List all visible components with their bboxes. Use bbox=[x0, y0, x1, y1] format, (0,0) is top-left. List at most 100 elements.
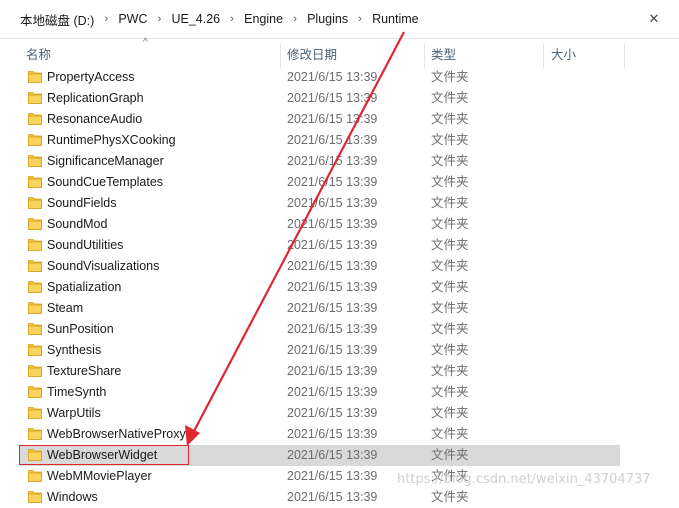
file-type: 文件夹 bbox=[431, 343, 469, 357]
column-divider[interactable] bbox=[280, 44, 281, 68]
file-modified-date: 2021/6/15 13:39 bbox=[287, 91, 378, 105]
column-divider[interactable] bbox=[624, 44, 625, 68]
breadcrumb-item[interactable]: Runtime bbox=[366, 6, 425, 32]
annotation-box bbox=[19, 445, 189, 465]
file-modified-date: 2021/6/15 13:39 bbox=[287, 406, 378, 420]
list-item[interactable]: TextureShare 2021/6/15 13:39 文件夹 bbox=[0, 361, 679, 382]
file-modified-date: 2021/6/15 13:39 bbox=[287, 238, 378, 252]
chevron-right-icon[interactable]: › bbox=[289, 13, 301, 25]
list-item[interactable]: PropertyAccess 2021/6/15 13:39 文件夹 bbox=[0, 67, 679, 88]
folder-icon bbox=[28, 343, 42, 356]
close-icon[interactable]: ✕ bbox=[644, 9, 664, 29]
file-type: 文件夹 bbox=[431, 154, 469, 168]
breadcrumb-item[interactable]: Engine bbox=[238, 6, 289, 32]
folder-icon bbox=[28, 154, 42, 167]
folder-icon bbox=[28, 196, 42, 209]
list-item[interactable]: WarpUtils 2021/6/15 13:39 文件夹 bbox=[0, 403, 679, 424]
file-modified-date: 2021/6/15 13:39 bbox=[287, 448, 378, 462]
column-header-modified[interactable]: 修改日期 bbox=[287, 40, 337, 68]
watermark-text: https://blog.csdn.net/weixin_43704737 bbox=[397, 472, 651, 487]
file-type: 文件夹 bbox=[431, 70, 469, 84]
column-header-name[interactable]: 名称 bbox=[26, 40, 51, 68]
breadcrumb-item[interactable]: UE_4.26 bbox=[165, 6, 226, 32]
file-modified-date: 2021/6/15 13:39 bbox=[287, 280, 378, 294]
file-name: SoundCueTemplates bbox=[47, 175, 164, 189]
file-name: Synthesis bbox=[47, 343, 102, 357]
list-item[interactable]: ResonanceAudio 2021/6/15 13:39 文件夹 bbox=[0, 109, 679, 130]
file-type: 文件夹 bbox=[431, 427, 469, 441]
column-divider[interactable] bbox=[424, 44, 425, 68]
folder-icon bbox=[28, 91, 42, 104]
breadcrumb-label: PWC bbox=[118, 12, 148, 26]
file-type: 文件夹 bbox=[431, 175, 469, 189]
sort-up-icon[interactable]: ^ bbox=[143, 38, 157, 48]
list-item[interactable]: ReplicationGraph 2021/6/15 13:39 文件夹 bbox=[0, 88, 679, 109]
list-item[interactable]: Synthesis 2021/6/15 13:39 文件夹 bbox=[0, 340, 679, 361]
column-header-size[interactable]: 大小 bbox=[551, 40, 576, 68]
breadcrumb-label: Plugins bbox=[307, 12, 349, 26]
file-name: Spatialization bbox=[47, 280, 122, 294]
folder-icon bbox=[28, 175, 42, 188]
file-type: 文件夹 bbox=[431, 112, 469, 126]
file-name: RuntimePhysXCooking bbox=[47, 133, 176, 147]
breadcrumb-label: 本地磁盘 (D:) bbox=[20, 13, 95, 28]
list-item[interactable]: SoundCueTemplates 2021/6/15 13:39 文件夹 bbox=[0, 172, 679, 193]
list-item[interactable]: SoundMod 2021/6/15 13:39 文件夹 bbox=[0, 214, 679, 235]
file-modified-date: 2021/6/15 13:39 bbox=[287, 217, 378, 231]
list-item[interactable]: SignificanceManager 2021/6/15 13:39 文件夹 bbox=[0, 151, 679, 172]
chevron-right-icon[interactable]: › bbox=[226, 13, 238, 25]
file-modified-date: 2021/6/15 13:39 bbox=[287, 112, 378, 126]
breadcrumb-item[interactable]: 本地磁盘 (D:) bbox=[14, 6, 100, 32]
column-header-type[interactable]: 类型 bbox=[431, 40, 456, 68]
address-bar[interactable]: 本地磁盘 (D:) › PWC › UE_4.26 › Engine › Plugins › Run… bbox=[14, 6, 666, 32]
folder-icon bbox=[28, 280, 42, 293]
file-name: SoundVisualizations bbox=[47, 259, 160, 273]
file-name: SoundFields bbox=[47, 196, 117, 210]
file-modified-date: 2021/6/15 13:39 bbox=[287, 175, 378, 189]
list-item[interactable]: SoundUtilities 2021/6/15 13:39 文件夹 bbox=[0, 235, 679, 256]
list-item[interactable]: RuntimePhysXCooking 2021/6/15 13:39 文件夹 bbox=[0, 130, 679, 151]
breadcrumb-item[interactable]: Plugins bbox=[301, 6, 354, 32]
file-type: 文件夹 bbox=[431, 133, 469, 147]
folder-icon bbox=[28, 364, 42, 377]
list-item[interactable]: WebBrowserNativeProxy 2021/6/15 13:39 文件夹 bbox=[0, 424, 679, 445]
chevron-right-icon[interactable]: › bbox=[153, 13, 165, 25]
list-item[interactable]: SoundVisualizations 2021/6/15 13:39 文件夹 bbox=[0, 256, 679, 277]
chevron-right-icon[interactable]: › bbox=[354, 13, 366, 25]
file-name: ResonanceAudio bbox=[47, 112, 143, 126]
list-item[interactable]: Windows 2021/6/15 13:39 文件夹 bbox=[0, 487, 679, 508]
folder-icon bbox=[28, 217, 42, 230]
list-item[interactable]: Spatialization 2021/6/15 13:39 文件夹 bbox=[0, 277, 679, 298]
breadcrumb-label: Runtime bbox=[372, 12, 419, 26]
file-type: 文件夹 bbox=[431, 406, 469, 420]
file-modified-date: 2021/6/15 13:39 bbox=[287, 133, 378, 147]
folder-icon bbox=[28, 70, 42, 83]
file-type: 文件夹 bbox=[431, 238, 469, 252]
breadcrumb-item[interactable]: PWC bbox=[112, 6, 153, 32]
column-divider[interactable] bbox=[543, 44, 544, 68]
file-modified-date: 2021/6/15 13:39 bbox=[287, 154, 378, 168]
file-type: 文件夹 bbox=[431, 196, 469, 210]
file-name: WebMMoviePlayer bbox=[47, 469, 152, 483]
file-name: WebBrowserNativeProxy bbox=[47, 427, 186, 441]
file-modified-date: 2021/6/15 13:39 bbox=[287, 427, 378, 441]
file-name: ReplicationGraph bbox=[47, 91, 144, 105]
column-header-bar: ^ 名称 修改日期 类型 大小 bbox=[0, 38, 679, 68]
list-item[interactable]: Steam 2021/6/15 13:39 文件夹 bbox=[0, 298, 679, 319]
file-name: WarpUtils bbox=[47, 406, 101, 420]
file-modified-date: 2021/6/15 13:39 bbox=[287, 364, 378, 378]
file-modified-date: 2021/6/15 13:39 bbox=[287, 322, 378, 336]
folder-icon bbox=[28, 301, 42, 314]
list-item[interactable]: SunPosition 2021/6/15 13:39 文件夹 bbox=[0, 319, 679, 340]
address-divider bbox=[0, 38, 679, 39]
breadcrumb-label: UE_4.26 bbox=[171, 12, 221, 26]
file-type: 文件夹 bbox=[431, 91, 469, 105]
list-item[interactable]: TimeSynth 2021/6/15 13:39 文件夹 bbox=[0, 382, 679, 403]
folder-icon bbox=[28, 238, 42, 251]
file-name: Windows bbox=[47, 490, 98, 504]
file-name: TimeSynth bbox=[47, 385, 107, 399]
file-type: 文件夹 bbox=[431, 385, 469, 399]
chevron-right-icon[interactable]: › bbox=[100, 13, 112, 25]
list-item[interactable]: SoundFields 2021/6/15 13:39 文件夹 bbox=[0, 193, 679, 214]
folder-icon bbox=[28, 427, 42, 440]
